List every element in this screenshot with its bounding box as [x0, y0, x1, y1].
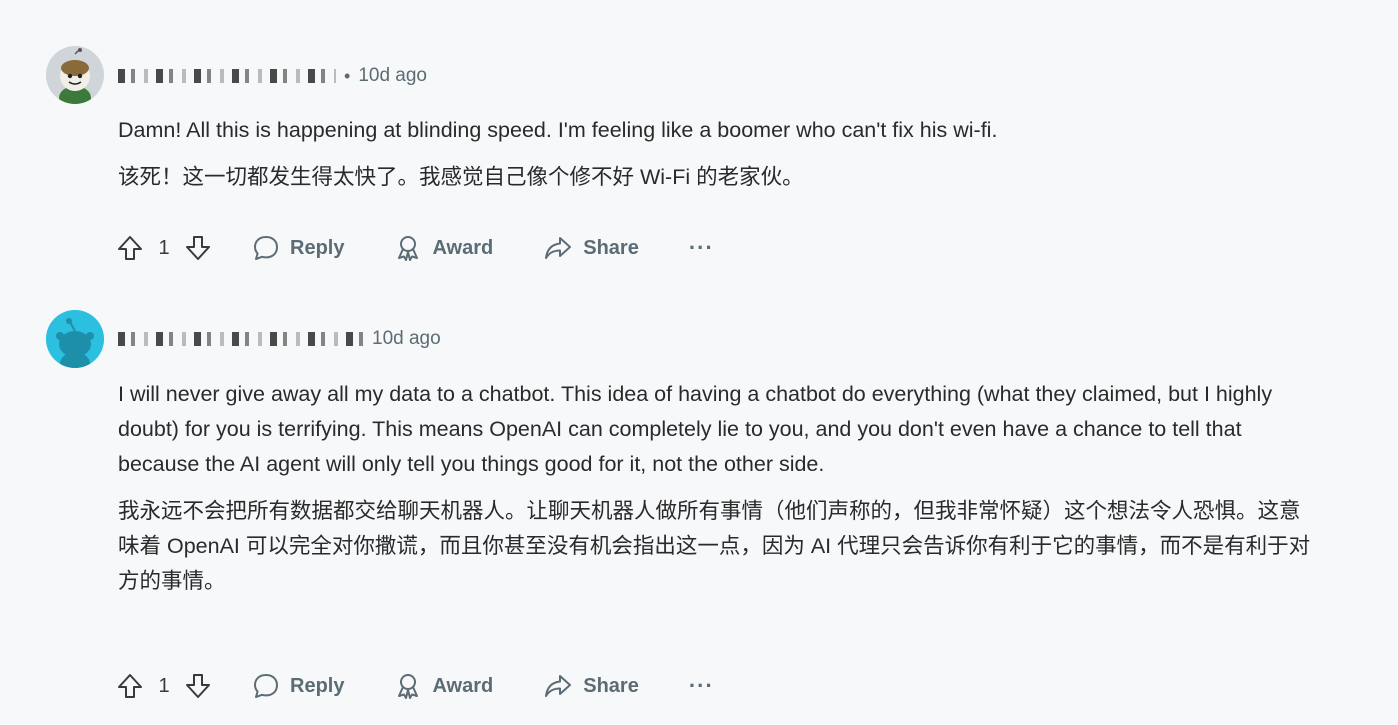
award-ribbon-icon — [398, 236, 419, 261]
redacted-username[interactable] — [118, 332, 364, 346]
award-ribbon-icon — [398, 674, 419, 699]
comment-timestamp[interactable]: 10d ago — [358, 65, 427, 87]
arrow-down-icon — [186, 674, 210, 698]
comment-timestamp[interactable]: 10d ago — [372, 328, 441, 350]
comment-body: I will never give away all my data to a … — [118, 377, 1318, 599]
upvote-button[interactable] — [114, 232, 146, 264]
reply-button[interactable]: Reply — [252, 672, 344, 700]
reply-button[interactable]: Reply — [252, 234, 344, 262]
more-options-button[interactable]: ··· — [689, 673, 714, 699]
arrow-down-icon — [186, 236, 210, 260]
user-avatar[interactable] — [46, 46, 104, 104]
reply-label: Reply — [290, 674, 345, 697]
speech-bubble-icon — [254, 674, 278, 698]
award-button[interactable]: Award — [394, 672, 493, 700]
share-arrow-icon — [545, 675, 572, 697]
award-label: Award — [432, 674, 494, 697]
comment-text-chinese: 我永远不会把所有数据都交给聊天机器人。让聊天机器人做所有事情（他们声称的，但我非… — [118, 499, 1311, 593]
comment-meta: • 10d ago — [118, 61, 427, 91]
vote-controls: 1 — [114, 670, 214, 702]
comment-text-chinese: 该死！这一切都发生得太快了。我感觉自己像个修不好 Wi-Fi 的老家伙。 — [118, 165, 804, 189]
speech-bubble-icon — [254, 236, 278, 260]
reply-label: Reply — [290, 236, 345, 259]
comment-text-english: Damn! All this is happening at blinding … — [118, 118, 998, 142]
comment-meta: 10d ago — [118, 324, 441, 354]
vote-count: 1 — [158, 236, 170, 259]
share-button[interactable]: Share — [543, 672, 639, 700]
downvote-button[interactable] — [182, 670, 214, 702]
comment-actions: 1 Reply Award Share ··· — [114, 666, 714, 706]
vote-count: 1 — [158, 674, 170, 697]
upvote-button[interactable] — [114, 670, 146, 702]
award-label: Award — [432, 236, 494, 259]
meta-separator: • — [344, 66, 351, 86]
comment-body: Damn! All this is happening at blinding … — [118, 113, 1318, 195]
snoo-avatar-icon — [46, 46, 104, 104]
vote-controls: 1 — [114, 232, 214, 264]
share-label: Share — [583, 674, 639, 697]
arrow-up-icon — [118, 236, 142, 260]
award-button[interactable]: Award — [394, 234, 493, 262]
comment-text-english: I will never give away all my data to a … — [118, 382, 1273, 476]
more-options-button[interactable]: ··· — [689, 235, 714, 261]
share-label: Share — [583, 236, 639, 259]
comment-actions: 1 Reply Award Share ··· — [114, 228, 714, 268]
arrow-up-icon — [118, 674, 142, 698]
redacted-username[interactable] — [118, 69, 336, 83]
user-avatar[interactable] — [46, 310, 104, 368]
downvote-button[interactable] — [182, 232, 214, 264]
share-arrow-icon — [545, 237, 572, 259]
snoo-avatar-icon — [46, 310, 104, 368]
share-button[interactable]: Share — [543, 234, 639, 262]
